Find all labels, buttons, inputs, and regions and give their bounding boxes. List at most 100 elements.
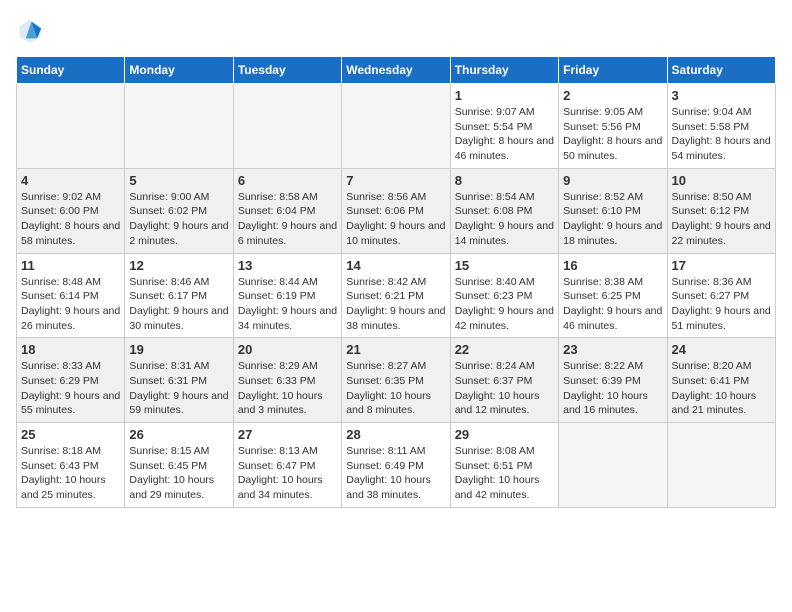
calendar-cell — [233, 84, 341, 169]
calendar-cell: 28Sunrise: 8:11 AM Sunset: 6:49 PM Dayli… — [342, 423, 450, 508]
calendar-cell: 26 Sunrise: 8:15 AM Sunset: 6:45 PM Dayli… — [125, 423, 233, 508]
day-info: Sunrise: 8:33 AM Sunset: 6:29 PM Dayligh… — [21, 359, 120, 418]
day-number: 23 — [563, 342, 662, 357]
weekday-header-row: SundayMondayTuesdayWednesdayThursdayFrid… — [17, 57, 776, 84]
day-number: 18 — [21, 342, 120, 357]
day-info: Sunrise: 8:58 AM Sunset: 6:04 PM Dayligh… — [238, 190, 337, 249]
day-info: Sunrise: 8:50 AM Sunset: 6:12 PM Dayligh… — [672, 190, 771, 249]
day-info: Sunrise: 8:29 AM Sunset: 6:33 PM Dayligh… — [238, 359, 337, 418]
calendar-cell — [667, 423, 775, 508]
day-number: 17 — [672, 258, 771, 273]
calendar-cell: 29 Sunrise: 8:08 AM Sunset: 6:51 PM Dayli… — [450, 423, 558, 508]
calendar-cell: 20 Sunrise: 8:29 AM Sunset: 6:33 PM Dayli… — [233, 338, 341, 423]
calendar-cell: 21 Sunrise: 8:27 AM Sunset: 6:35 PM Dayli… — [342, 338, 450, 423]
day-number: 21 — [346, 342, 445, 357]
calendar-cell: 27 Sunrise: 8:13 AM Sunset: 6:47 PM Dayli… — [233, 423, 341, 508]
weekday-header-saturday: Saturday — [667, 57, 775, 84]
calendar-cell: 5 Sunrise: 9:00 AM Sunset: 6:02 PM Daylig… — [125, 168, 233, 253]
day-info: Sunrise: 8:11 AM Sunset: 6:49 PM Dayligh… — [346, 444, 445, 503]
calendar-cell: 12 Sunrise: 8:46 AM Sunset: 6:17 PM Dayli… — [125, 253, 233, 338]
day-number: 1 — [455, 88, 554, 103]
calendar-cell: 14 Sunrise: 8:42 AM Sunset: 6:21 PM Dayli… — [342, 253, 450, 338]
calendar-table: SundayMondayTuesdayWednesdayThursdayFrid… — [16, 56, 776, 508]
day-info: Sunrise: 8:56 AM Sunset: 6:06 PM Dayligh… — [346, 190, 445, 249]
weekday-header-sunday: Sunday — [17, 57, 125, 84]
calendar-cell — [559, 423, 667, 508]
day-number: 5 — [129, 173, 228, 188]
day-info: Sunrise: 8:08 AM Sunset: 6:51 PM Dayligh… — [455, 444, 554, 503]
day-info: Sunrise: 8:36 AM Sunset: 6:27 PM Dayligh… — [672, 275, 771, 334]
day-number: 2 — [563, 88, 662, 103]
calendar-cell: 16 Sunrise: 8:38 AM Sunset: 6:25 PM Dayli… — [559, 253, 667, 338]
day-info: Sunrise: 8:48 AM Sunset: 6:14 PM Dayligh… — [21, 275, 120, 334]
calendar-cell: 22 Sunrise: 8:24 AM Sunset: 6:37 PM Dayli… — [450, 338, 558, 423]
header — [16, 16, 776, 44]
day-number: 13 — [238, 258, 337, 273]
weekday-header-monday: Monday — [125, 57, 233, 84]
calendar-cell: 18 Sunrise: 8:33 AM Sunset: 6:29 PM Dayli… — [17, 338, 125, 423]
day-number: 29 — [455, 427, 554, 442]
weekday-header-wednesday: Wednesday — [342, 57, 450, 84]
day-number: 26 — [129, 427, 228, 442]
day-number: 9 — [563, 173, 662, 188]
day-info: Sunrise: 8:22 AM Sunset: 6:39 PM Dayligh… — [563, 359, 662, 418]
day-info: Sunrise: 9:07 AM Sunset: 5:54 PM Dayligh… — [455, 105, 554, 164]
day-number: 12 — [129, 258, 228, 273]
day-info: Sunrise: 8:27 AM Sunset: 6:35 PM Dayligh… — [346, 359, 445, 418]
day-info: Sunrise: 8:44 AM Sunset: 6:19 PM Dayligh… — [238, 275, 337, 334]
day-number: 4 — [21, 173, 120, 188]
day-number: 11 — [21, 258, 120, 273]
day-number: 8 — [455, 173, 554, 188]
day-number: 22 — [455, 342, 554, 357]
day-number: 27 — [238, 427, 337, 442]
calendar-week-row-2: 11 Sunrise: 8:48 AM Sunset: 6:14 PM Dayli… — [17, 253, 776, 338]
day-info: Sunrise: 8:15 AM Sunset: 6:45 PM Dayligh… — [129, 444, 228, 503]
weekday-header-tuesday: Tuesday — [233, 57, 341, 84]
calendar-cell: 3 Sunrise: 9:04 AM Sunset: 5:58 PM Daylig… — [667, 84, 775, 169]
calendar-cell: 25Sunrise: 8:18 AM Sunset: 6:43 PM Dayli… — [17, 423, 125, 508]
day-info: Sunrise: 8:31 AM Sunset: 6:31 PM Dayligh… — [129, 359, 228, 418]
calendar-cell: 2 Sunrise: 9:05 AM Sunset: 5:56 PM Daylig… — [559, 84, 667, 169]
day-number: 15 — [455, 258, 554, 273]
logo-icon — [16, 16, 44, 44]
calendar-cell: 19 Sunrise: 8:31 AM Sunset: 6:31 PM Dayli… — [125, 338, 233, 423]
day-info: Sunrise: 9:04 AM Sunset: 5:58 PM Dayligh… — [672, 105, 771, 164]
calendar-cell: 10 Sunrise: 8:50 AM Sunset: 6:12 PM Dayli… — [667, 168, 775, 253]
calendar-cell — [125, 84, 233, 169]
calendar-cell: 1 Sunrise: 9:07 AM Sunset: 5:54 PM Daylig… — [450, 84, 558, 169]
calendar-cell — [17, 84, 125, 169]
day-info: Sunrise: 8:52 AM Sunset: 6:10 PM Dayligh… — [563, 190, 662, 249]
day-info: Sunrise: 9:00 AM Sunset: 6:02 PM Dayligh… — [129, 190, 228, 249]
calendar-cell: 17 Sunrise: 8:36 AM Sunset: 6:27 PM Dayli… — [667, 253, 775, 338]
calendar-cell: 9 Sunrise: 8:52 AM Sunset: 6:10 PM Daylig… — [559, 168, 667, 253]
logo — [16, 16, 48, 44]
day-number: 24 — [672, 342, 771, 357]
day-info: Sunrise: 9:02 AM Sunset: 6:00 PM Dayligh… — [21, 190, 120, 249]
calendar-week-row-0: 1 Sunrise: 9:07 AM Sunset: 5:54 PM Daylig… — [17, 84, 776, 169]
day-number: 25 — [21, 427, 120, 442]
day-number: 20 — [238, 342, 337, 357]
calendar-cell: 23 Sunrise: 8:22 AM Sunset: 6:39 PM Dayli… — [559, 338, 667, 423]
day-info: Sunrise: 8:13 AM Sunset: 6:47 PM Dayligh… — [238, 444, 337, 503]
day-info: Sunrise: 8:40 AM Sunset: 6:23 PM Dayligh… — [455, 275, 554, 334]
day-number: 14 — [346, 258, 445, 273]
day-number: 3 — [672, 88, 771, 103]
weekday-header-friday: Friday — [559, 57, 667, 84]
day-info: Sunrise: 8:20 AM Sunset: 6:41 PM Dayligh… — [672, 359, 771, 418]
calendar-cell: 4 Sunrise: 9:02 AM Sunset: 6:00 PM Daylig… — [17, 168, 125, 253]
day-info: Sunrise: 8:46 AM Sunset: 6:17 PM Dayligh… — [129, 275, 228, 334]
day-info: Sunrise: 8:38 AM Sunset: 6:25 PM Dayligh… — [563, 275, 662, 334]
day-number: 7 — [346, 173, 445, 188]
calendar-week-row-1: 4 Sunrise: 9:02 AM Sunset: 6:00 PM Daylig… — [17, 168, 776, 253]
day-info: Sunrise: 9:05 AM Sunset: 5:56 PM Dayligh… — [563, 105, 662, 164]
day-number: 10 — [672, 173, 771, 188]
calendar-cell: 24 Sunrise: 8:20 AM Sunset: 6:41 PM Dayli… — [667, 338, 775, 423]
calendar-cell: 8 Sunrise: 8:54 AM Sunset: 6:08 PM Daylig… — [450, 168, 558, 253]
day-number: 16 — [563, 258, 662, 273]
calendar-cell: 11 Sunrise: 8:48 AM Sunset: 6:14 PM Dayli… — [17, 253, 125, 338]
day-info: Sunrise: 8:54 AM Sunset: 6:08 PM Dayligh… — [455, 190, 554, 249]
calendar-cell: 7 Sunrise: 8:56 AM Sunset: 6:06 PM Daylig… — [342, 168, 450, 253]
day-info: Sunrise: 8:42 AM Sunset: 6:21 PM Dayligh… — [346, 275, 445, 334]
day-info: Sunrise: 8:24 AM Sunset: 6:37 PM Dayligh… — [455, 359, 554, 418]
day-number: 19 — [129, 342, 228, 357]
